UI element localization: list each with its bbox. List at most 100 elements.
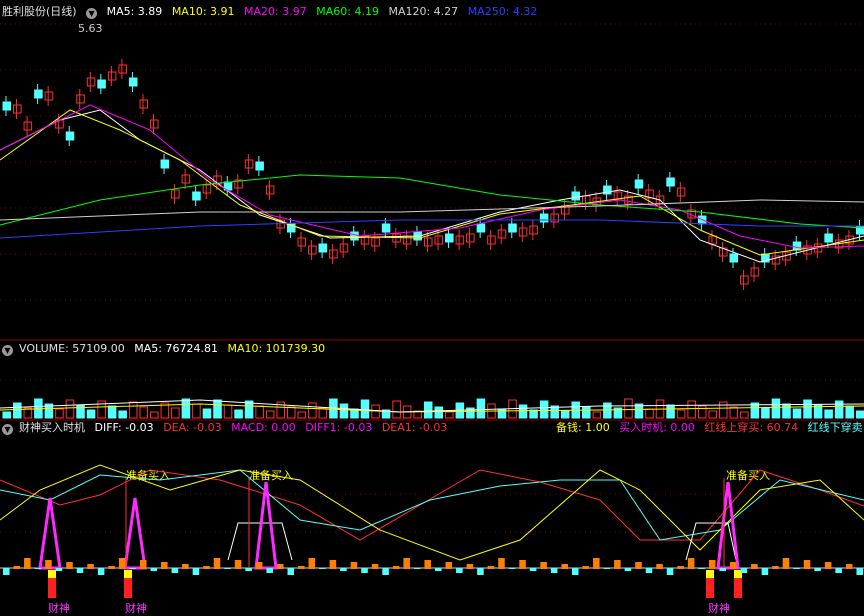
candle-body [434,235,444,245]
macd-histogram-bar [540,562,547,569]
stock-chart-canvas[interactable] [0,0,864,616]
volume-value: VOLUME: 57109.00 [19,342,125,355]
candle-body [160,159,170,169]
caishen-bar-top [124,570,132,578]
volume-bar [118,410,127,419]
buy-spike [38,497,62,570]
volume-bar [518,404,528,419]
candle-body [508,223,517,233]
macd-histogram-bar [824,562,832,569]
macd-histogram-bar [329,560,337,569]
macd-histogram-bar [150,568,158,571]
candle-body [150,119,159,129]
volume-bar [76,404,85,419]
volume-ma5-line [0,399,864,413]
volume-bar [234,409,243,419]
volume-bar [423,401,433,419]
volume-bar [160,402,170,419]
candle-body [318,243,328,253]
volume-bar [676,409,686,419]
candle-body [339,243,349,253]
candle-body [276,219,285,229]
plateau-2 [685,522,737,561]
volume-bar [603,402,612,419]
macd-histogram-bar [224,568,231,569]
macd-histogram-bar [45,560,52,569]
macd-histogram-bar [403,558,410,569]
macd-histogram-bar [171,568,179,573]
macd-histogram-bar [234,560,242,569]
macd-histogram-bar [24,558,31,569]
macd-histogram-bar [519,560,526,569]
volume-bar [86,409,96,419]
caishen-label-2: 财神 [125,602,147,615]
candle-body [128,77,138,87]
candle-body [803,245,812,255]
macd-histogram-bar [835,568,842,573]
buy-timing-value: 买入时机: 0.00 [619,421,695,434]
macd-histogram-bar [340,568,347,571]
caishen-label-3: 财神 [708,602,730,615]
candle-body [139,99,149,109]
volume-bar [223,404,233,419]
volume-bar [213,399,222,419]
caishen-bar [706,570,714,598]
candle-body [571,191,581,201]
macd-histogram-bar [814,568,821,571]
indicator-header-right: 备钱: 1.00 买入时机: 0.00 红线上穿买: 60.74 红线下穿卖 [556,420,864,436]
indicator-collapse-icon[interactable]: ▼ [2,424,13,435]
volume-bar [497,408,507,419]
candle-body [782,251,791,261]
macd-histogram-bar [498,558,505,569]
candle-body [402,235,412,245]
buy-spike [123,497,147,570]
candle-body [708,235,717,245]
candle-body [360,235,370,245]
candle-body [118,64,127,74]
volume-bar [687,400,696,419]
volume-bar [2,411,12,419]
candle-body [413,231,422,241]
candle-body [666,177,675,187]
volume-bar [529,409,538,419]
candle-body [539,213,549,223]
macd-histogram-bar [34,568,42,569]
dea1-value: DEA1: -0.03 [381,421,448,434]
macd-histogram-bar [487,566,495,569]
candle-body [297,237,307,247]
macd-histogram-bar [571,568,579,575]
macd-histogram-bar [477,568,484,575]
macd-histogram-bar [593,558,600,569]
macd-histogram-bar [635,562,642,569]
ma5-line [0,109,864,263]
macd-histogram-bar [687,558,695,569]
volume-bar [392,400,401,419]
macd-histogram-bar [708,560,716,569]
collapse-icon[interactable]: ▼ [86,8,98,19]
candle-body [350,231,359,241]
macd-histogram-bar [413,568,421,569]
candle-body [23,121,33,131]
volume-collapse-icon[interactable]: ▼ [2,345,13,356]
candle-body [518,227,528,237]
volume-bar [360,399,370,419]
plateau-1 [227,522,293,561]
macd-histogram-bar [139,560,147,569]
volume-bar [645,408,654,419]
volume-bar [339,403,349,419]
macd-histogram-bar [656,564,663,569]
volume-ma10: MA10: 101739.30 [227,342,326,355]
ma5-value: MA5: 3.89 [106,5,163,18]
macd-histogram-bar [245,568,252,571]
macd-histogram-bar [550,568,558,573]
volume-bar [181,398,191,419]
macd-histogram-bar [435,568,442,571]
candle-body [613,191,623,201]
candle-body [855,225,864,235]
volume-bar [23,407,33,419]
diff-value: DIFF: -0.03 [94,421,154,434]
candle-body [645,189,654,199]
macd-histogram-bar [793,568,800,569]
candle-body [381,223,391,233]
volume-bar [171,407,180,419]
